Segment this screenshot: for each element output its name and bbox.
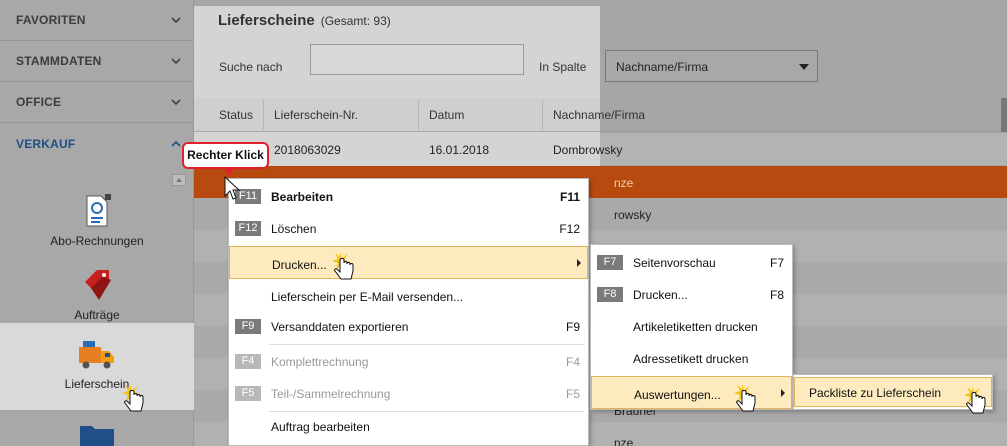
search-input[interactable] — [310, 44, 524, 75]
cell-name: nze — [614, 436, 634, 446]
menu-item-loeschen[interactable]: F12 Löschen F12 — [229, 213, 588, 243]
menu-separator — [269, 344, 584, 345]
chevron-down-icon — [171, 58, 181, 65]
sidebar-item-label: Aufträge — [74, 308, 120, 322]
shortcut-badge: F5 — [235, 386, 261, 401]
nav-section-favoriten[interactable]: FAVORITEN — [0, 0, 193, 41]
menu-item-label: Artikeletiketten drucken — [633, 320, 758, 334]
column-select[interactable]: Nachname/Firma — [605, 50, 818, 82]
chevron-up-icon — [171, 140, 181, 147]
page-title: Lieferscheine (Gesamt: 93) — [218, 12, 391, 29]
menu-item-label: Löschen — [271, 222, 317, 236]
shortcut-badge: F4 — [235, 354, 261, 369]
sidebar-item-auftraege[interactable]: Aufträge — [0, 266, 194, 322]
menu-item-drucken-direkt[interactable]: F8 Drucken... F8 — [591, 279, 792, 309]
menu-item-label: Packliste zu Lieferschein — [809, 386, 942, 400]
hand-cursor-icon — [734, 384, 756, 412]
menu-item-versanddaten[interactable]: F9 Versanddaten exportieren F9 — [229, 311, 588, 341]
menu-item-label: Komplettrechnung — [271, 355, 369, 369]
menu-item-shortcut: F5 — [565, 387, 580, 401]
cell-datum: 16.01.2018 — [429, 143, 490, 157]
menu-item-shortcut: F8 — [769, 288, 784, 302]
folder-icon — [80, 426, 114, 446]
sidebar-scroll-up-button[interactable] — [172, 174, 186, 186]
shortcut-badge: F8 — [597, 287, 623, 302]
menu-item-komplettrechnung[interactable]: F4 Komplettrechnung F4 — [229, 346, 588, 376]
column-header-status[interactable]: Status — [219, 108, 253, 122]
cell-name: nze — [614, 176, 634, 190]
menu-item-label: Adressetikett drucken — [633, 352, 749, 366]
menu-item-drucken[interactable]: Drucken... — [229, 246, 588, 279]
hand-cursor-icon — [964, 386, 986, 414]
menu-item-seitenvorschau[interactable]: F7 Seitenvorschau F7 — [591, 247, 792, 277]
nav-section-label: VERKAUF — [16, 136, 76, 151]
menu-item-bearbeiten[interactable]: F11 Bearbeiten F11 — [229, 181, 588, 211]
menu-item-label: Lieferschein per E-Mail versenden... — [271, 290, 464, 304]
menu-item-label: Auswertungen... — [634, 388, 721, 402]
page-title-text: Lieferscheine — [218, 12, 315, 29]
menu-item-label: Bearbeiten — [271, 190, 334, 204]
tag-icon — [85, 270, 111, 300]
menu-item-shortcut: F11 — [559, 190, 580, 204]
cell-name: rowsky — [614, 208, 652, 222]
hand-cursor-icon — [122, 384, 144, 412]
nav-section-label: OFFICE — [16, 95, 62, 109]
arrow-cursor-icon — [224, 176, 240, 200]
menu-item-email[interactable]: Lieferschein per E-Mail versenden... — [229, 281, 588, 311]
chevron-down-icon — [171, 17, 181, 24]
submenu-arrow-icon — [781, 389, 785, 397]
menu-item-shortcut: F12 — [559, 222, 580, 236]
context-menu: F11 Bearbeiten F11 F12 Löschen F12 Druck… — [228, 178, 589, 446]
nav-section-label: STAMMDATEN — [16, 54, 102, 68]
cell-name: Dombrowsky — [553, 143, 623, 157]
cell-nr: 2018063029 — [274, 143, 341, 157]
sidebar: FAVORITEN STAMMDATEN OFFICE VERKAUF Abo-… — [0, 0, 194, 446]
menu-item-shortcut: F9 — [565, 320, 580, 334]
menu-item-label: Auftrag bearbeiten — [271, 420, 370, 434]
submenu-arrow-icon — [577, 259, 581, 267]
column-divider[interactable] — [542, 100, 543, 130]
menu-item-shortcut: F7 — [769, 256, 784, 270]
column-header-nr[interactable]: Lieferschein-Nr. — [274, 108, 358, 122]
column-label: In Spalte — [539, 60, 587, 74]
menu-item-label: Drucken... — [633, 288, 688, 302]
table-header-left — [194, 98, 600, 132]
table-scrollbar[interactable] — [1001, 98, 1007, 132]
shortcut-badge: F12 — [235, 221, 261, 236]
menu-item-shortcut: F4 — [565, 355, 580, 369]
sidebar-item-label: Abo-Rechnungen — [50, 234, 144, 248]
column-header-datum[interactable]: Datum — [429, 108, 464, 122]
nav-section-office[interactable]: OFFICE — [0, 82, 193, 123]
nav-section-stammdaten[interactable]: STAMMDATEN — [0, 41, 193, 82]
right-click-callout: Rechter Klick — [182, 142, 269, 176]
dropdown-caret-icon — [799, 64, 809, 70]
menu-item-label: Seitenvorschau — [633, 256, 716, 270]
chevron-down-icon — [171, 99, 181, 106]
menu-item-label: Versanddaten exportieren — [271, 320, 409, 334]
delivery-truck-icon — [79, 341, 114, 369]
record-count: (Gesamt: 93) — [320, 14, 391, 28]
column-header-name[interactable]: Nachname/Firma — [553, 108, 645, 122]
table-row[interactable]: 2018063029 16.01.2018 Dombrowsky — [194, 133, 1007, 165]
invoice-icon — [86, 194, 111, 227]
menu-item-adressetikett[interactable]: Adressetikett drucken — [591, 343, 792, 373]
menu-item-label: Teil-/Sammelrechnung — [271, 387, 391, 401]
column-select-value: Nachname/Firma — [616, 60, 709, 74]
shortcut-badge: F7 — [597, 255, 623, 270]
nav-section-verkauf[interactable]: VERKAUF — [0, 123, 193, 164]
column-divider[interactable] — [263, 100, 264, 130]
search-label: Suche nach — [219, 60, 283, 74]
menu-item-teilrechnung[interactable]: F5 Teil-/Sammelrechnung F5 — [229, 378, 588, 408]
menu-item-artikeletiketten[interactable]: Artikeletiketten drucken — [591, 311, 792, 341]
hand-cursor-icon — [332, 252, 354, 280]
shortcut-badge: F9 — [235, 319, 261, 334]
menu-item-label: Drucken... — [272, 258, 327, 272]
sidebar-item-lieferschein[interactable]: Lieferschein — [0, 323, 194, 410]
column-divider[interactable] — [418, 100, 419, 130]
menu-item-auftrag-bearbeiten[interactable]: Auftrag bearbeiten — [229, 411, 588, 441]
nav-section-label: FAVORITEN — [16, 13, 86, 27]
sidebar-item-abo-rechnungen[interactable]: Abo-Rechnungen — [0, 192, 194, 248]
